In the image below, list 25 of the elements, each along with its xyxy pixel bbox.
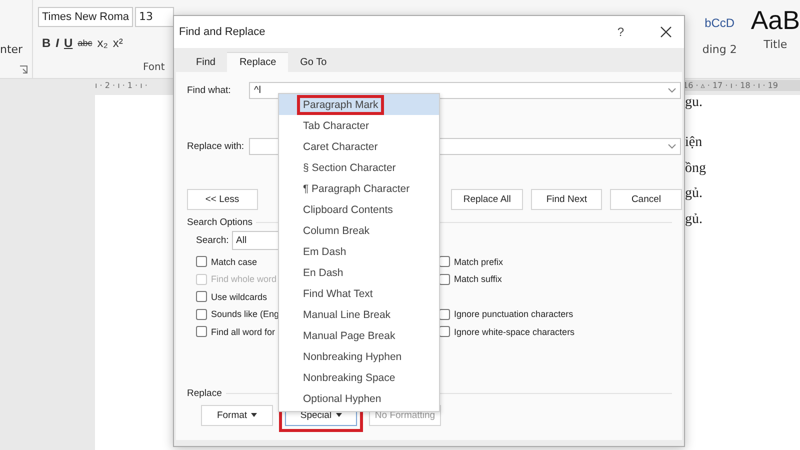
option-label: Find all word for bbox=[211, 326, 276, 337]
option-label: Use wildcards bbox=[211, 292, 268, 302]
option-label: Ignore punctuation characters bbox=[454, 309, 574, 320]
style-name: ding 2 bbox=[702, 43, 737, 56]
option-label: Find whole word bbox=[211, 274, 277, 284]
document-text: ồng bbox=[685, 161, 706, 177]
field-label: Find what: bbox=[187, 84, 232, 96]
style-preview: bCcD bbox=[704, 16, 735, 30]
option-label: Match case bbox=[211, 256, 258, 267]
section-label: Replace bbox=[187, 388, 222, 398]
field-label: Replace with: bbox=[187, 140, 246, 152]
option-label: Ignore white-space characters bbox=[454, 326, 575, 337]
document-text: gủ. bbox=[685, 186, 702, 202]
style-preview: AaB bbox=[750, 6, 800, 34]
group-label: nter bbox=[0, 43, 23, 56]
section-label: Search Options bbox=[187, 217, 252, 228]
document-text: gu. bbox=[685, 95, 702, 111]
document-text: gủ. bbox=[685, 212, 702, 228]
option-label: Match suffix bbox=[454, 274, 502, 284]
group-label: Font bbox=[143, 62, 165, 73]
document-text: iện bbox=[685, 135, 702, 151]
dialog-title: Find and Replace bbox=[179, 26, 266, 38]
option-label: Match prefix bbox=[454, 256, 504, 267]
style-name: Title bbox=[764, 38, 788, 51]
field-label: Search: bbox=[196, 235, 230, 246]
